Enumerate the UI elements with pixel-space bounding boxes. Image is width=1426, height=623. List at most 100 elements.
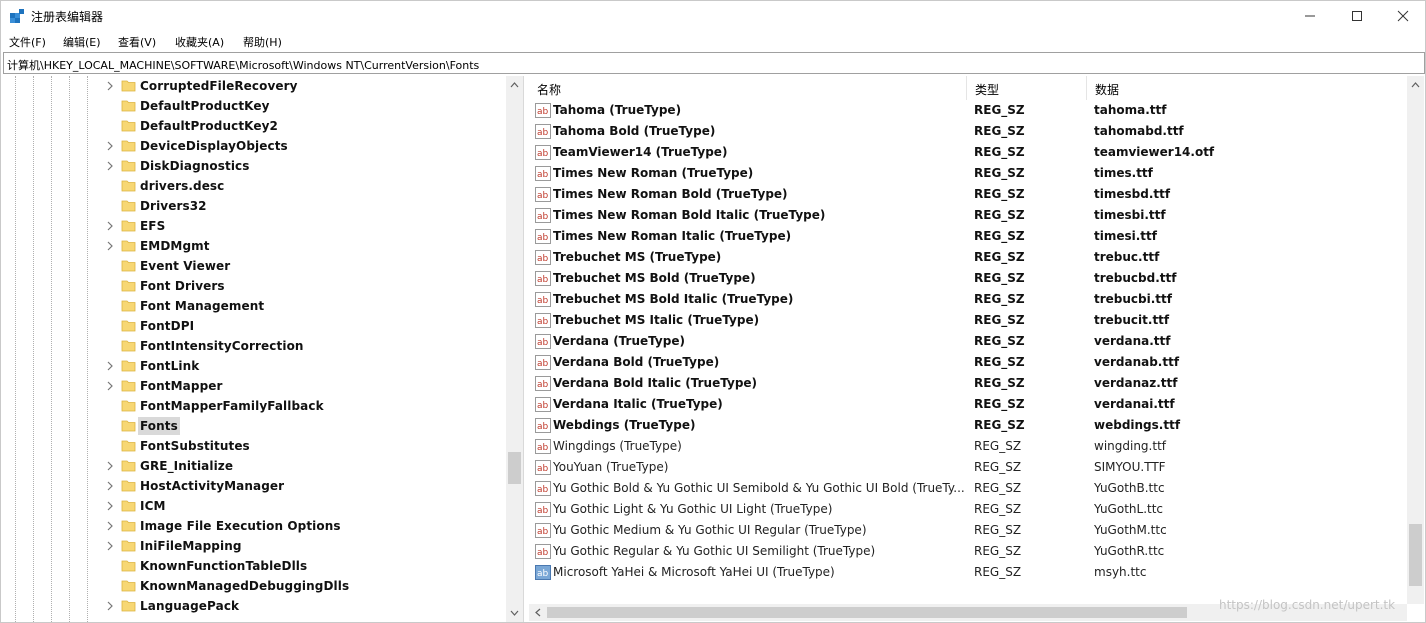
chevron-right-icon[interactable] [105, 459, 115, 473]
chevron-right-icon[interactable] [105, 79, 115, 93]
scroll-left-icon[interactable] [531, 604, 545, 621]
value-type-cell: REG_SZ [974, 439, 1022, 453]
folder-icon [121, 420, 136, 432]
tree-item[interactable]: DeviceDisplayObjects [3, 136, 508, 156]
value-row[interactable]: ab YouYuan (TrueType) REG_SZ SIMYOU.TTF [529, 457, 1407, 478]
value-row[interactable]: ab Yu Gothic Light & Yu Gothic UI Light (… [529, 499, 1407, 520]
chevron-right-icon[interactable] [105, 539, 115, 553]
menu-edit[interactable]: 编辑(E) [63, 34, 101, 50]
tree-item[interactable]: IniFileMapping [3, 536, 508, 556]
tree-vertical-scrollbar[interactable] [506, 76, 523, 622]
column-header-name[interactable]: 名称 [529, 76, 967, 100]
tree-item[interactable]: ICM [3, 496, 508, 516]
menu-file[interactable]: 文件(F) [9, 34, 46, 50]
tree-item[interactable]: Fonts [3, 416, 508, 436]
horizontal-scroll-thumb[interactable] [547, 607, 1187, 618]
chevron-right-icon[interactable] [105, 239, 115, 253]
tree-item[interactable]: drivers.desc [3, 176, 508, 196]
tree-item[interactable]: Drivers32 [3, 196, 508, 216]
tree-item[interactable]: KnownManagedDebuggingDlls [3, 576, 508, 596]
value-row[interactable]: ab Tahoma Bold (TrueType) REG_SZ tahomabd.t… [529, 121, 1407, 142]
value-type-cell: REG_SZ [974, 271, 1025, 285]
value-row[interactable]: ab Yu Gothic Bold & Yu Gothic UI Semibold… [529, 478, 1407, 499]
minimize-button[interactable] [1287, 1, 1333, 31]
tree-item-label: Font Drivers [140, 279, 225, 293]
column-header-data[interactable]: 数据 [1087, 76, 1407, 100]
tree-item[interactable]: KnownFunctionTableDlls [3, 556, 508, 576]
tree-item[interactable]: GRE_Initialize [3, 456, 508, 476]
value-row[interactable]: ab TeamViewer14 (TrueType) REG_SZ teamviewe… [529, 142, 1407, 163]
chevron-right-icon[interactable] [105, 139, 115, 153]
tree-item[interactable]: Event Viewer [3, 256, 508, 276]
tree-item-label: drivers.desc [140, 179, 225, 193]
chevron-right-icon[interactable] [105, 519, 115, 533]
tree-item[interactable]: EFS [3, 216, 508, 236]
value-row[interactable]: ab Yu Gothic Medium & Yu Gothic UI Regula… [529, 520, 1407, 541]
value-row[interactable]: ab Wingdings (TrueType) REG_SZ wingding.ttf [529, 436, 1407, 457]
value-row[interactable]: ab Verdana Bold (TrueType) REG_SZ verdanab.… [529, 352, 1407, 373]
value-row[interactable]: ab Times New Roman Bold Italic (TrueType)… [529, 205, 1407, 226]
value-data-cell: timesbd.ttf [1094, 187, 1171, 201]
value-row[interactable]: ab Verdana (TrueType) REG_SZ verdana.ttf [529, 331, 1407, 352]
value-row[interactable]: ab Yu Gothic Regular & Yu Gothic UI Semil… [529, 541, 1407, 562]
value-row[interactable]: ab Trebuchet MS Bold (TrueType) REG_SZ treb… [529, 268, 1407, 289]
scroll-down-icon[interactable] [506, 606, 523, 620]
folder-icon [121, 220, 136, 232]
tree-item[interactable]: EMDMgmt [3, 236, 508, 256]
value-row[interactable]: ab Trebuchet MS (TrueType) REG_SZ trebuc.tt… [529, 247, 1407, 268]
chevron-right-icon[interactable] [105, 379, 115, 393]
tree-item[interactable]: DiskDiagnostics [3, 156, 508, 176]
value-row[interactable]: ab Verdana Italic (TrueType) REG_SZ verdana… [529, 394, 1407, 415]
tree-item[interactable]: Image File Execution Options [3, 516, 508, 536]
menu-view[interactable]: 查看(V) [118, 34, 156, 50]
title-bar[interactable]: 注册表编辑器 [1, 1, 1425, 31]
tree-item[interactable]: LanguagePack [3, 596, 508, 616]
maximize-button[interactable] [1334, 1, 1380, 31]
chevron-right-icon[interactable] [105, 599, 115, 613]
tree-item[interactable]: FontSubstitutes [3, 436, 508, 456]
regedit-app-icon [10, 9, 24, 23]
tree-item-label: HostActivityManager [140, 479, 285, 493]
tree-item[interactable]: DefaultProductKey2 [3, 116, 508, 136]
values-scroll-thumb[interactable] [1409, 524, 1422, 586]
tree-item[interactable]: FontLink [3, 356, 508, 376]
chevron-right-icon[interactable] [105, 159, 115, 173]
chevron-right-icon[interactable] [105, 479, 115, 493]
value-name-cell: Tahoma Bold (TrueType) [553, 124, 716, 138]
chevron-right-icon[interactable] [105, 359, 115, 373]
tree-item[interactable]: FontMapperFamilyFallback [3, 396, 508, 416]
value-row[interactable]: ab Webdings (TrueType) REG_SZ webdings.ttf [529, 415, 1407, 436]
registry-editor-window: 注册表编辑器 文件(F) 编辑(E) 查看(V) 收藏夹(A) 帮助(H) 计算… [0, 0, 1426, 623]
close-button[interactable] [1380, 1, 1426, 31]
scroll-up-icon[interactable] [506, 78, 523, 92]
tree-scroll-thumb[interactable] [508, 452, 521, 484]
tree-item[interactable]: Font Drivers [3, 276, 508, 296]
tree-item[interactable]: DefaultProductKey [3, 96, 508, 116]
value-row[interactable]: ab Trebuchet MS Italic (TrueType) REG_SZ tr… [529, 310, 1407, 331]
scroll-up-icon[interactable] [1407, 78, 1424, 92]
value-row[interactable]: ab Times New Roman Italic (TrueType) REG_S… [529, 226, 1407, 247]
value-data-cell: YuGothR.ttc [1094, 544, 1165, 558]
values-vertical-scrollbar[interactable] [1407, 76, 1424, 604]
value-row[interactable]: ab Microsoft YaHei & Microsoft YaHei UI (… [529, 562, 1407, 583]
tree-item[interactable]: FontIntensityCorrection [3, 336, 508, 356]
value-row[interactable]: ab Trebuchet MS Bold Italic (TrueType) REG… [529, 289, 1407, 310]
tree-item[interactable]: HostActivityManager [3, 476, 508, 496]
value-row[interactable]: ab Tahoma (TrueType) REG_SZ tahoma.ttf [529, 100, 1407, 121]
menu-help[interactable]: 帮助(H) [243, 34, 282, 50]
chevron-right-icon[interactable] [105, 499, 115, 513]
tree-item[interactable]: FontDPI [3, 316, 508, 336]
value-row[interactable]: ab Times New Roman Bold (TrueType) REG_SZ t… [529, 184, 1407, 205]
folder-icon [121, 260, 136, 272]
tree-item[interactable]: CorruptedFileRecovery [3, 76, 508, 96]
tree-item[interactable]: FontMapper [3, 376, 508, 396]
value-row[interactable]: ab Times New Roman (TrueType) REG_SZ times.… [529, 163, 1407, 184]
value-row[interactable]: ab Verdana Bold Italic (TrueType) REG_SZ ve… [529, 373, 1407, 394]
address-bar[interactable]: 计算机\HKEY_LOCAL_MACHINE\SOFTWARE\Microsof… [3, 52, 1425, 74]
column-header-type[interactable]: 类型 [967, 76, 1087, 100]
tree-item[interactable]: Font Management [3, 296, 508, 316]
menu-favorites[interactable]: 收藏夹(A) [175, 34, 224, 50]
maximize-icon [1352, 11, 1362, 21]
string-value-icon: ab [535, 355, 551, 370]
chevron-right-icon[interactable] [105, 219, 115, 233]
